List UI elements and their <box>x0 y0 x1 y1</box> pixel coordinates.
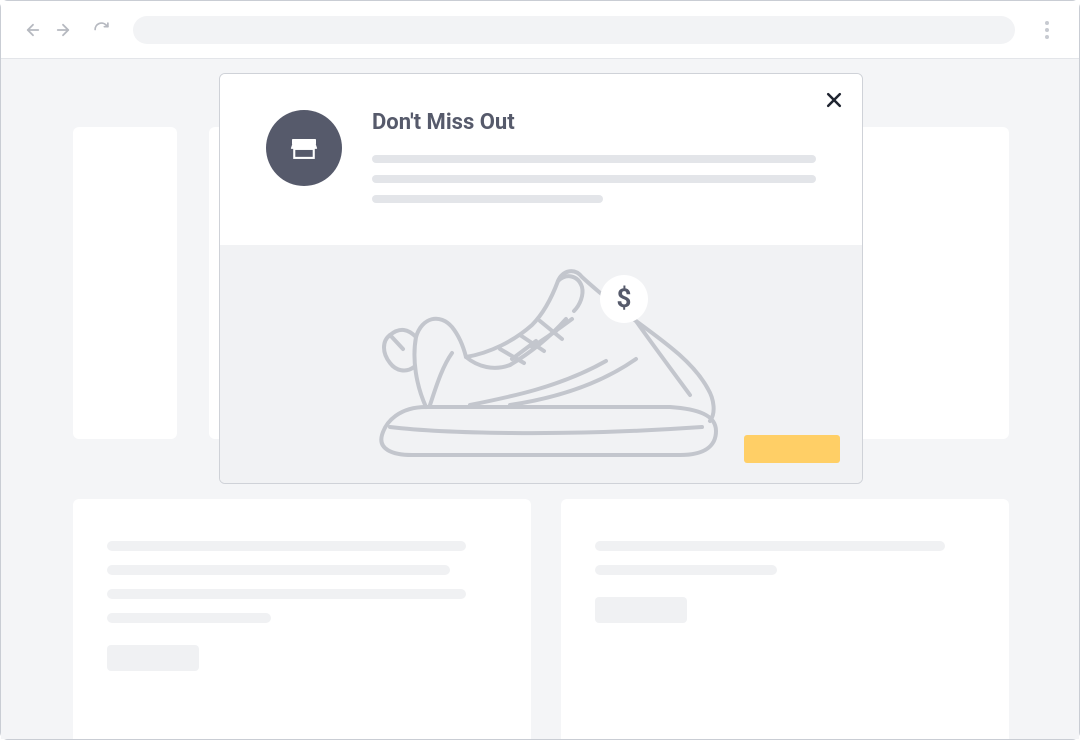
price-badge: $ <box>600 275 648 323</box>
arrow-left-icon <box>24 21 42 39</box>
forward-button[interactable] <box>51 18 75 42</box>
cta-button[interactable] <box>744 435 840 463</box>
promo-modal: Don't Miss Out <box>219 73 863 484</box>
close-button[interactable] <box>820 86 848 114</box>
skeleton-line <box>595 565 777 575</box>
kebab-dot-icon <box>1045 28 1049 32</box>
brand-badge <box>266 110 342 186</box>
browser-menu-button[interactable] <box>1035 18 1059 42</box>
modal-subtitle-placeholder <box>372 155 816 203</box>
product-illustration <box>360 249 730 473</box>
page-body: Don't Miss Out <box>1 59 1079 739</box>
kebab-dot-icon <box>1045 35 1049 39</box>
modal-header: Don't Miss Out <box>220 74 862 245</box>
skeleton-line <box>107 541 466 551</box>
sneaker-icon <box>360 249 730 469</box>
modal-title: Don't Miss Out <box>372 110 816 135</box>
arrow-right-icon <box>54 21 72 39</box>
modal-header-text: Don't Miss Out <box>372 110 816 215</box>
sidebar-placeholder <box>73 127 177 439</box>
url-bar[interactable] <box>133 16 1015 44</box>
reload-icon <box>93 21 110 38</box>
skeleton-line <box>595 541 945 551</box>
reload-button[interactable] <box>89 18 113 42</box>
modal-body: $ <box>220 245 862 483</box>
skeleton-line <box>107 613 271 623</box>
browser-window: Don't Miss Out <box>0 0 1080 740</box>
dollar-icon: $ <box>617 284 632 314</box>
skeleton-button <box>107 645 199 671</box>
skeleton-line <box>107 589 466 599</box>
browser-toolbar <box>1 1 1079 59</box>
storefront-icon <box>286 130 322 166</box>
kebab-dot-icon <box>1045 21 1049 25</box>
back-button[interactable] <box>21 18 45 42</box>
skeleton-line <box>107 565 450 575</box>
close-icon <box>824 90 844 110</box>
content-card-left <box>73 499 531 739</box>
skeleton-line <box>372 155 816 163</box>
skeleton-line <box>372 195 603 203</box>
skeleton-button <box>595 597 687 623</box>
skeleton-line <box>372 175 816 183</box>
content-card-right <box>561 499 1009 739</box>
